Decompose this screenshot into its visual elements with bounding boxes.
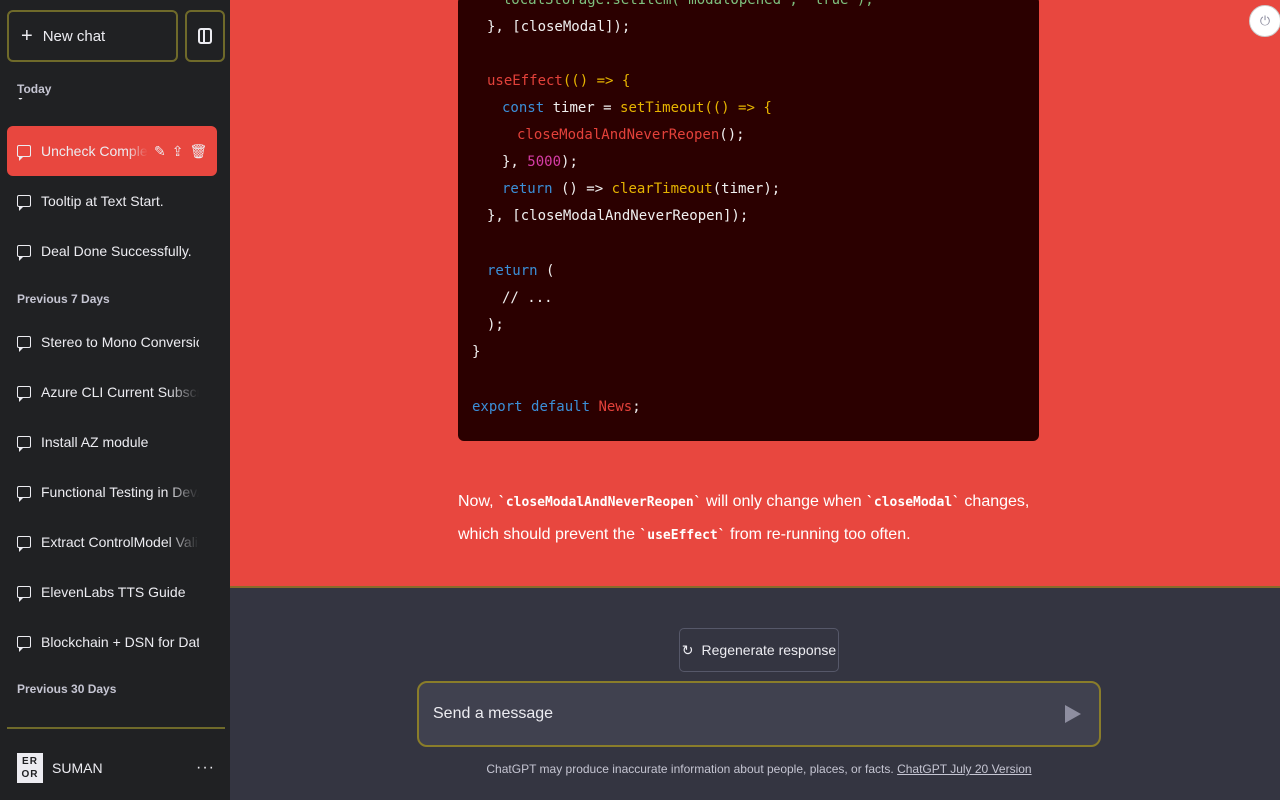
sidebar-item-label: Tooltip at Text Start.	[41, 193, 164, 209]
message-input[interactable]	[433, 705, 1033, 723]
sidebar-item-label: Blockchain + DSN for Data	[41, 634, 199, 650]
partial-list-item[interactable]: •	[18, 98, 218, 108]
disclaimer: ChatGPT may produce inaccurate informati…	[486, 762, 1032, 776]
code-line: );	[487, 317, 504, 333]
sidebar-item-label: ElevenLabs TTS Guide	[41, 584, 186, 600]
sidebar-item-label: Stereo to Mono Conversion	[41, 334, 199, 350]
send-icon[interactable]	[1065, 705, 1081, 723]
code-line: }, 5000);	[502, 154, 578, 170]
more-options-icon[interactable]: ···	[196, 759, 215, 777]
refresh-icon: ↻	[681, 641, 694, 658]
code-line: useEffect(() => {	[487, 73, 631, 89]
divider	[7, 727, 225, 729]
sidebar-item[interactable]: Deal Done Successfully.	[7, 226, 217, 276]
sidebar-item[interactable]: Tooltip at Text Start.	[7, 176, 217, 226]
sidebar-item-label: Functional Testing in Dev/Acc	[41, 484, 199, 500]
message-composer	[417, 681, 1101, 747]
item-actions: ✎ ⇪ 🗑	[154, 143, 207, 160]
sidebar-item-label: Azure CLI Current Subscripti	[41, 384, 199, 400]
code-line: return () => clearTimeout(timer);	[502, 181, 781, 197]
section-label-previous-30-days: Previous 30 Days	[17, 682, 117, 696]
sidebar-item-label: Uncheck Complete	[41, 143, 148, 159]
sidebar-toggle-icon	[198, 28, 212, 44]
section-label-today: Today	[17, 82, 52, 96]
regenerate-button[interactable]: ↻ Regenerate response	[679, 628, 839, 672]
chat-icon	[17, 536, 31, 552]
chat-icon	[17, 436, 31, 452]
user-name: SUMAN	[52, 760, 103, 776]
code-line: }, [closeModalAndNeverReopen]);	[487, 208, 749, 224]
section-label-previous-7-days: Previous 7 Days	[17, 292, 110, 306]
sidebar-item[interactable]: Extract ControlModel Validity	[7, 517, 217, 567]
code-block: localStorage.setItem('modalOpened', 'tru…	[458, 0, 1039, 441]
code-line: }, [closeModal]);	[487, 19, 631, 35]
power-icon[interactable]: ⏻	[1249, 5, 1280, 37]
chat-icon	[17, 195, 31, 211]
version-link[interactable]: ChatGPT July 20 Version	[897, 762, 1032, 776]
toggle-sidebar-button[interactable]	[185, 10, 225, 62]
sidebar-item[interactable]: Stereo to Mono Conversion	[7, 317, 217, 367]
delete-icon[interactable]: 🗑	[189, 143, 207, 160]
sidebar-item-label: Install AZ module	[41, 434, 149, 450]
sidebar-item-active[interactable]: Uncheck Complete ✎ ⇪ 🗑	[7, 126, 217, 176]
new-chat-label: New chat	[42, 27, 106, 45]
sidebar-item-label: Extract ControlModel Validity	[41, 534, 199, 550]
code-line: closeModalAndNeverReopen();	[517, 127, 745, 143]
code-line: export default News;	[472, 399, 641, 415]
plus-icon: +	[21, 25, 33, 47]
avatar: ER OR	[17, 753, 43, 783]
assistant-message: localStorage.setItem('modalOpened', 'tru…	[230, 0, 1280, 588]
chat-icon	[17, 586, 31, 602]
chat-icon	[17, 145, 31, 161]
code-line: localStorage.setItem('modalOpened', 'tru…	[486, 0, 874, 8]
code-line: const timer = setTimeout(() => {	[502, 100, 772, 116]
code-line: // ...	[502, 290, 553, 306]
chat-icon	[17, 336, 31, 352]
sidebar-item[interactable]: ElevenLabs TTS Guide	[7, 567, 217, 617]
sidebar: + New chat Today • Uncheck Complete ✎ ⇪ …	[0, 0, 230, 800]
sidebar-item-label: Deal Done Successfully.	[41, 243, 192, 259]
share-icon[interactable]: ⇪	[172, 143, 184, 160]
chat-icon	[17, 486, 31, 502]
user-menu[interactable]: ER OR SUMAN ···	[7, 745, 225, 791]
chat-icon	[17, 386, 31, 402]
sidebar-item[interactable]: Azure CLI Current Subscripti	[7, 367, 217, 417]
edit-icon[interactable]: ✎	[154, 143, 166, 160]
chat-icon	[17, 636, 31, 652]
response-text: Now, `closeModalAndNeverReopen` will onl…	[458, 493, 1030, 543]
sidebar-item[interactable]: Functional Testing in Dev/Acc	[7, 467, 217, 517]
code-line: }	[472, 344, 481, 360]
new-chat-button[interactable]: + New chat	[7, 10, 178, 62]
code-line: return (	[487, 263, 555, 279]
main-panel: localStorage.setItem('modalOpened', 'tru…	[230, 0, 1280, 800]
chat-icon	[17, 245, 31, 261]
sidebar-item[interactable]: Install AZ module	[7, 417, 217, 467]
regenerate-label: Regenerate response	[701, 642, 837, 658]
sidebar-item[interactable]: Blockchain + DSN for Data	[7, 617, 217, 667]
